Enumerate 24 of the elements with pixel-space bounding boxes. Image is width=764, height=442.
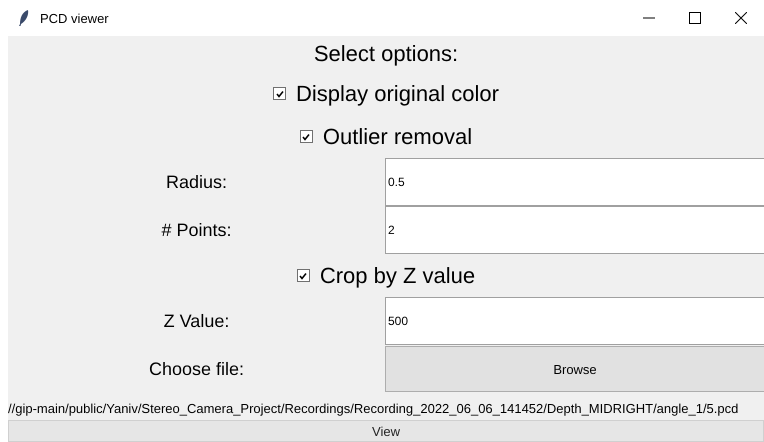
browse-button[interactable]: Browse xyxy=(385,346,764,392)
feather-icon xyxy=(18,9,30,27)
close-icon xyxy=(735,12,747,24)
checkmark-icon xyxy=(302,132,310,140)
checkbox-label: Display original color xyxy=(296,80,499,106)
file-path: //gip-main/public/Yaniv/Stereo_Camera_Project/Recordings/Recording_2022_06_06_141452/Depth_MIDRIGHT/angle_1/5.pcd xyxy=(8,401,738,416)
input-field[interactable]: 500 xyxy=(385,297,764,345)
checkmark-icon xyxy=(276,90,284,98)
field-label: Z Value: xyxy=(162,310,230,332)
checkbox-label: Outlier removal xyxy=(322,124,472,150)
checkbox[interactable] xyxy=(296,269,310,282)
heading: Select options: xyxy=(314,41,458,66)
checkmark-icon xyxy=(299,272,308,280)
field-label: Choose file: xyxy=(148,358,246,380)
field-label: Radius: xyxy=(164,172,228,192)
checkbox[interactable] xyxy=(300,130,313,143)
view-button[interactable]: View xyxy=(8,420,764,442)
window-title: PCD viewer xyxy=(40,10,109,26)
field-label: # Points: xyxy=(160,220,233,240)
checkbox-label: Crop by Z value xyxy=(320,262,476,288)
checkbox[interactable] xyxy=(273,87,286,100)
input-field[interactable]: 0.5 xyxy=(385,158,764,206)
input-field[interactable]: 2 xyxy=(385,206,764,254)
maximize-icon xyxy=(689,12,701,24)
